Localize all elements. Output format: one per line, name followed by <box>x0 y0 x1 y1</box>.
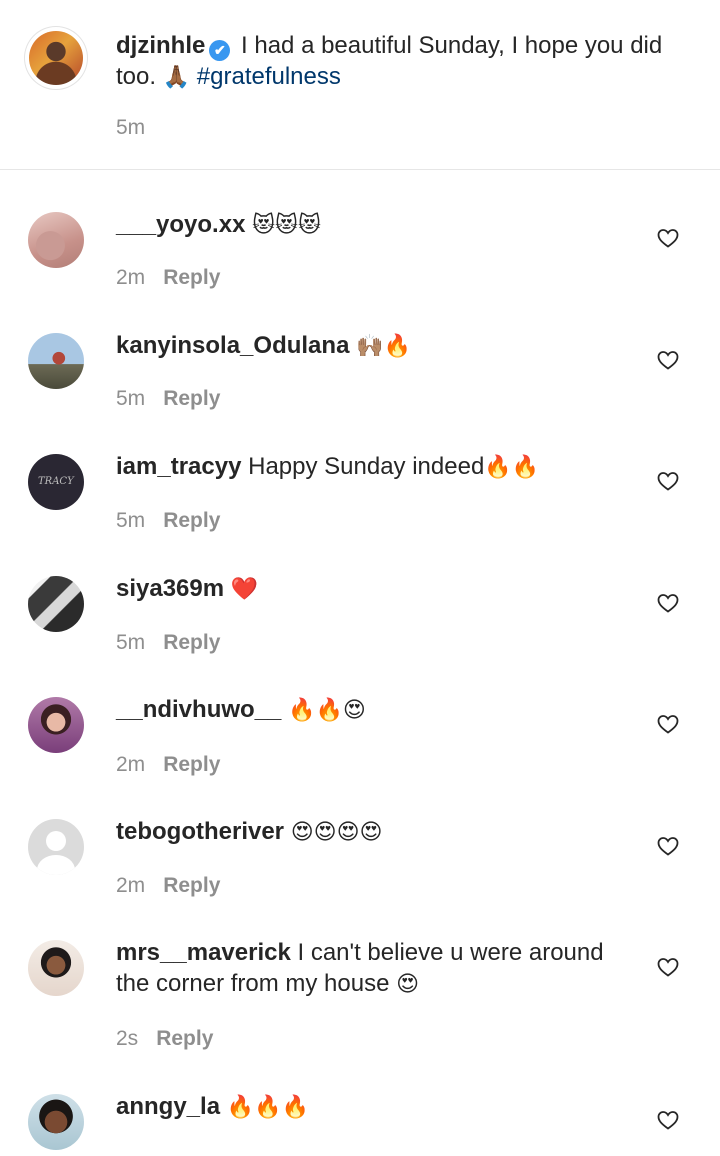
commenter-username[interactable]: anngy_la <box>116 1093 220 1120</box>
post-author-username[interactable]: djzinhle <box>116 32 205 59</box>
reply-button[interactable]: Reply <box>163 874 220 897</box>
comment-meta: 2m Reply <box>116 753 220 777</box>
reply-button[interactable]: Reply <box>163 753 220 776</box>
reply-button[interactable]: Reply <box>163 509 220 532</box>
comment-item: ___yoyo.xx 😻😻😻 2m Reply <box>0 211 720 342</box>
caption-text: djzinhle ✔ I had a beautiful Sunday, I ho… <box>116 30 686 93</box>
comment-timestamp: 5m <box>116 509 146 532</box>
heart-outline-icon[interactable] <box>656 348 680 372</box>
comment-text: siya369m ❤️ <box>116 573 626 605</box>
comment-emoji: 😍😍😍😍 <box>290 820 383 845</box>
comment-item: kanyinsola_Odulana 🙌🏽🔥 5m Reply <box>0 332 720 463</box>
reply-button[interactable]: Reply <box>163 387 220 410</box>
comment-item: anngy_la 🔥🔥🔥 <box>0 1093 720 1156</box>
post-caption: djzinhle ✔ I had a beautiful Sunday, I ho… <box>0 0 720 170</box>
heart-outline-icon[interactable] <box>656 1108 680 1132</box>
comment-item: __ndivhuwo__ 🔥🔥😍 2m Reply <box>0 696 720 827</box>
commenter-username[interactable]: mrs__maverick <box>116 939 291 966</box>
heart-outline-icon[interactable] <box>656 591 680 615</box>
comment-item: mrs__maverick I can't believe u were aro… <box>0 939 720 1090</box>
reply-button[interactable]: Reply <box>156 1027 213 1050</box>
comment-meta: 5m Reply <box>116 509 220 533</box>
comment-meta: 2m Reply <box>116 874 220 898</box>
post-author-avatar[interactable] <box>25 27 87 89</box>
comment-meta: 2m Reply <box>116 266 220 290</box>
commenter-username[interactable]: kanyinsola_Odulana <box>116 332 349 359</box>
commenter-username[interactable]: ___yoyo.xx <box>116 211 245 238</box>
heart-outline-icon[interactable] <box>656 834 680 858</box>
comment-text: tebogotheriver 😍😍😍😍 <box>116 816 626 848</box>
commenter-avatar[interactable] <box>28 1094 84 1150</box>
comment-emoji: 🔥🔥 <box>484 455 540 480</box>
comment-timestamp: 5m <box>116 631 146 654</box>
caption-emoji: 🙏🏾 <box>162 65 191 90</box>
comment-emoji: 🙌🏽🔥 <box>356 334 411 359</box>
divider <box>0 169 720 170</box>
comment-timestamp: 2m <box>116 266 146 289</box>
heart-outline-icon[interactable] <box>656 955 680 979</box>
comment-emoji: 🔥🔥😍 <box>288 698 366 723</box>
comment-text: mrs__maverick I can't believe u were aro… <box>116 937 626 1000</box>
commenter-avatar[interactable] <box>28 697 84 753</box>
comment-emoji: 😻😻😻 <box>252 213 321 238</box>
heart-outline-icon[interactable] <box>656 712 680 736</box>
comment-meta: 2s Reply <box>116 1027 213 1051</box>
comment-timestamp: 5m <box>116 387 146 410</box>
comment-emoji: 😍 <box>396 972 420 997</box>
comment-text: anngy_la 🔥🔥🔥 <box>116 1091 626 1123</box>
comment-item: tebogotheriver 😍😍😍😍 2m Reply <box>0 818 720 949</box>
reply-button[interactable]: Reply <box>163 266 220 289</box>
comment-item: TRACY iam_tracyy Happy Sunday indeed🔥🔥 5… <box>0 453 720 584</box>
heart-outline-icon[interactable] <box>656 226 680 250</box>
comment-text: __ndivhuwo__ 🔥🔥😍 <box>116 694 626 726</box>
commenter-username[interactable]: __ndivhuwo__ <box>116 696 281 723</box>
comment-text: ___yoyo.xx 😻😻😻 <box>116 209 626 241</box>
commenter-avatar[interactable] <box>28 940 84 996</box>
comment-meta: 5m Reply <box>116 387 220 411</box>
comment-timestamp: 2m <box>116 753 146 776</box>
heart-outline-icon[interactable] <box>656 469 680 493</box>
caption-timestamp: 5m <box>116 116 146 139</box>
commenter-avatar[interactable]: TRACY <box>28 454 84 510</box>
default-avatar-icon[interactable] <box>28 819 84 875</box>
hashtag-link[interactable]: #gratefulness <box>197 63 341 90</box>
comment-timestamp: 2s <box>116 1027 139 1050</box>
verified-badge-icon: ✔ <box>209 40 231 61</box>
comment-body: Happy Sunday indeed <box>248 453 485 480</box>
comment-emoji: ❤️ <box>230 577 259 602</box>
commenter-username[interactable]: tebogotheriver <box>116 818 284 845</box>
comment-meta: 5m Reply <box>116 631 220 655</box>
comment-emoji: 🔥🔥🔥 <box>226 1095 309 1120</box>
comment-text: iam_tracyy Happy Sunday indeed🔥🔥 <box>116 451 626 483</box>
commenter-avatar[interactable] <box>28 212 84 268</box>
reply-button[interactable]: Reply <box>163 631 220 654</box>
comment-item: siya369m ❤️ 5m Reply <box>0 575 720 706</box>
commenter-avatar[interactable] <box>28 333 84 389</box>
commenter-username[interactable]: siya369m <box>116 575 224 602</box>
comment-text: kanyinsola_Odulana 🙌🏽🔥 <box>116 330 626 362</box>
comment-timestamp: 2m <box>116 874 146 897</box>
commenter-avatar[interactable] <box>28 576 84 632</box>
commenter-username[interactable]: iam_tracyy <box>116 453 241 480</box>
